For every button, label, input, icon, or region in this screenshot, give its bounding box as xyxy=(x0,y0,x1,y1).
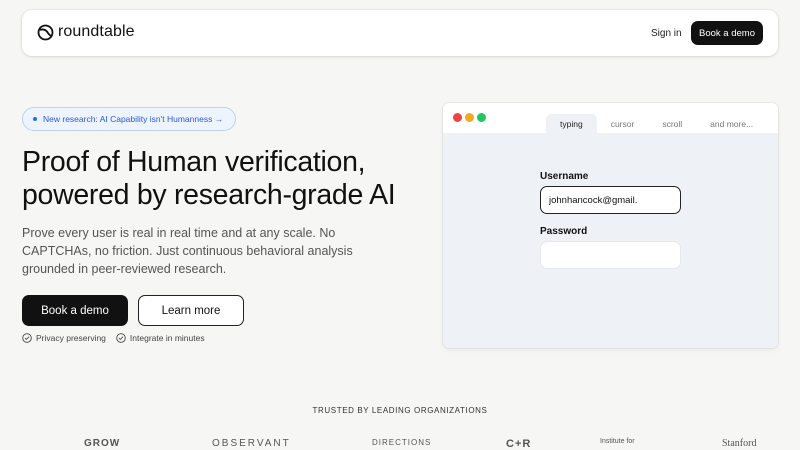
logo-directions: DIRECTIONS xyxy=(372,438,432,447)
password-field[interactable] xyxy=(540,241,681,269)
roundtable-logo-icon xyxy=(37,24,54,40)
hero-title-line1: Proof of Human verification, xyxy=(22,146,366,178)
research-announcement-pill[interactable]: New research: AI Capability isn't Humann… xyxy=(22,107,237,131)
hero-title-line2: powered by research-grade AI xyxy=(22,179,396,211)
pill-text: New research: AI Capability isn't Humann… xyxy=(43,114,224,124)
learn-more-button[interactable]: Learn more xyxy=(138,295,244,326)
close-dot-icon xyxy=(453,113,462,122)
logo-institute: Institute for xyxy=(600,438,635,445)
sign-in-link[interactable]: Sign in xyxy=(651,28,682,39)
logo-cr: C+R xyxy=(506,438,532,450)
minimize-dot-icon xyxy=(465,113,474,122)
username-label: Username xyxy=(540,171,589,182)
logo-observant: OBSERVANT xyxy=(212,438,291,449)
logo-stanford: Stanford xyxy=(722,438,757,449)
demo-window: typing cursor scroll and more... Usernam… xyxy=(443,103,778,348)
demo-tabs: typing cursor scroll and more... xyxy=(546,114,767,133)
username-field[interactable]: johnhancock@gmail. xyxy=(540,186,681,214)
tab-cursor[interactable]: cursor xyxy=(597,114,649,133)
hero-title: Proof of Human verification, powered by … xyxy=(22,146,442,212)
maximize-dot-icon xyxy=(477,113,486,122)
check-integrate-label: Integrate in minutes xyxy=(129,333,205,343)
logo-grow: GROW xyxy=(84,438,121,449)
top-nav: roundtable Sign in Book a demo xyxy=(22,10,778,56)
check-integrate: Integrate in minutes xyxy=(116,333,205,343)
tab-typing[interactable]: typing xyxy=(546,114,597,133)
check-circle-icon xyxy=(116,333,126,343)
pill-dot-icon xyxy=(33,117,37,121)
brand-name: roundtable xyxy=(58,23,135,40)
hero-subtitle: Prove every user is real in real time an… xyxy=(22,226,353,276)
window-titlebar: typing cursor scroll and more... xyxy=(443,103,778,133)
check-privacy: Privacy preserving xyxy=(22,333,106,343)
book-demo-nav-button[interactable]: Book a demo xyxy=(691,21,763,45)
check-privacy-label: Privacy preserving xyxy=(36,333,106,343)
tab-scroll[interactable]: scroll xyxy=(648,114,696,133)
trusted-heading: TRUSTED BY LEADING ORGANIZATIONS xyxy=(312,406,488,415)
partner-logos: GROW OBSERVANT DIRECTIONS C+R Institute … xyxy=(0,438,800,450)
tab-and-more[interactable]: and more... xyxy=(696,114,767,133)
feature-checks: Privacy preserving Integrate in minutes xyxy=(22,333,205,343)
book-demo-button[interactable]: Book a demo xyxy=(22,295,128,326)
brand-logo[interactable]: roundtable xyxy=(37,23,135,41)
check-circle-icon xyxy=(22,333,32,343)
password-label: Password xyxy=(540,226,588,237)
